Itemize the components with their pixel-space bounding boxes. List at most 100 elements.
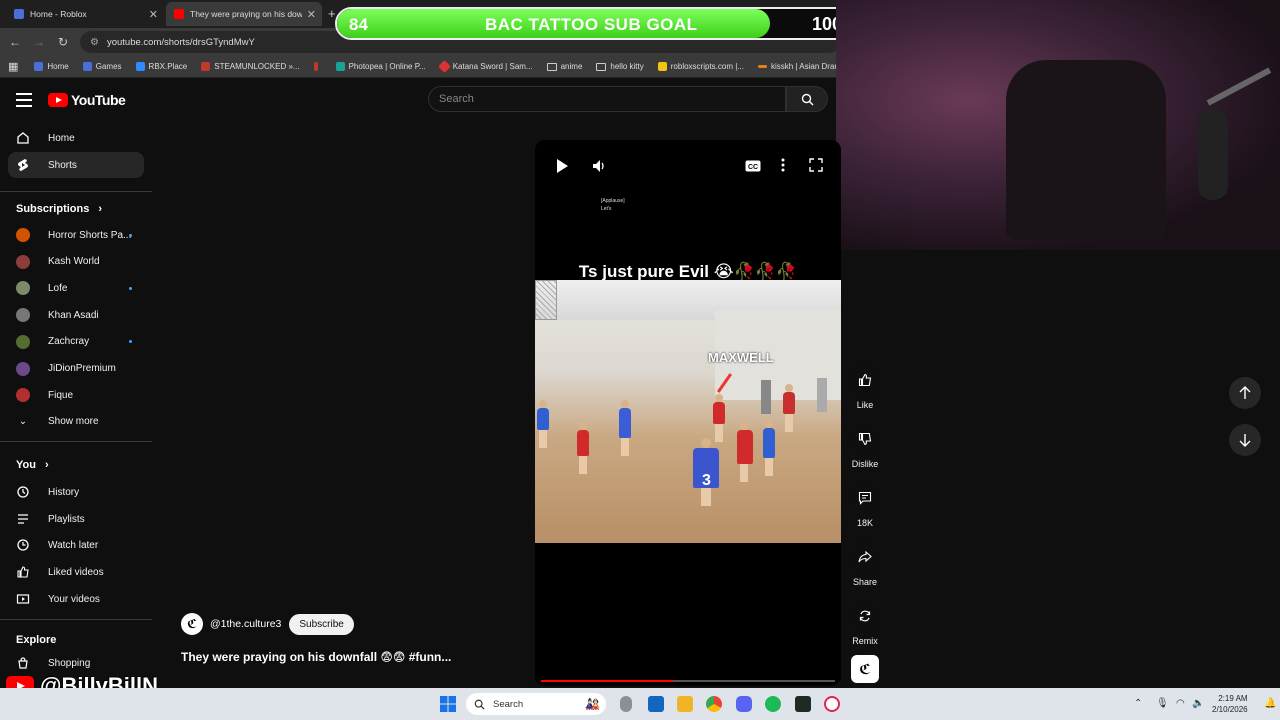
photopea-icon bbox=[335, 62, 345, 71]
windows-start-icon[interactable] bbox=[440, 696, 456, 717]
subscription-item[interactable]: Lofe bbox=[8, 275, 144, 301]
task-view-icon[interactable] bbox=[620, 696, 632, 712]
search-input[interactable]: Search bbox=[428, 86, 786, 112]
subscription-item[interactable]: JiDionPremium bbox=[8, 356, 144, 382]
sound-source-tile[interactable]: ℭ bbox=[851, 655, 879, 683]
bookmark-steamunlocked[interactable]: STEAMUNLOCKED »... bbox=[201, 62, 300, 71]
video-progress-bar[interactable] bbox=[541, 680, 835, 682]
close-tab-icon[interactable]: ✕ bbox=[307, 8, 316, 21]
remix-button[interactable]: Remix bbox=[842, 601, 888, 646]
sidebar-item-your-videos[interactable]: Your videos bbox=[8, 586, 144, 612]
tab-roblox[interactable]: Home - Roblox ✕ bbox=[6, 2, 164, 26]
bookmark-robloxscripts[interactable]: robloxscripts.com |... bbox=[657, 62, 744, 71]
volume-button[interactable] bbox=[591, 158, 607, 179]
bookmark-unnamed[interactable] bbox=[313, 62, 322, 71]
folder-icon bbox=[546, 62, 557, 71]
arrow-down-icon bbox=[1239, 434, 1251, 447]
play-button[interactable] bbox=[555, 158, 569, 179]
sidebar-item-watch-later[interactable]: Watch later bbox=[8, 532, 144, 558]
sidebar-item-history[interactable]: History bbox=[8, 479, 144, 505]
subscriptions-header[interactable]: Subscriptions › bbox=[16, 203, 102, 215]
channel-avatar[interactable]: ℭ bbox=[181, 613, 203, 635]
comments-button[interactable]: 18K bbox=[842, 483, 888, 528]
bookmark-rbxplace[interactable]: RBX.Place bbox=[135, 62, 187, 71]
previous-short-button[interactable] bbox=[1229, 377, 1261, 409]
close-tab-icon[interactable]: ✕ bbox=[149, 8, 158, 21]
youtube-logo[interactable]: YouTube bbox=[48, 92, 126, 108]
sidebar-item-playlists[interactable]: Playlists bbox=[8, 506, 144, 532]
remix-label: Remix bbox=[852, 636, 878, 646]
back-icon[interactable]: ← bbox=[3, 35, 27, 49]
bookmark-kisskh[interactable]: kisskh | Asian Dram... bbox=[757, 62, 848, 71]
forward-icon[interactable]: → bbox=[27, 35, 51, 49]
bookmark-katana[interactable]: Katana Sword | Sam... bbox=[437, 60, 533, 73]
subscription-label: Fique bbox=[48, 389, 74, 401]
taskbar-search[interactable]: Search 🎎 bbox=[466, 693, 606, 715]
svg-text:CC: CC bbox=[748, 164, 758, 171]
short-caption[interactable]: They were praying on his downfall 😨😨 #fu… bbox=[181, 650, 451, 664]
roblox-icon bbox=[34, 62, 44, 71]
discord-icon[interactable] bbox=[736, 696, 752, 712]
sidebar-item-liked-videos[interactable]: Liked videos bbox=[8, 559, 144, 585]
tab-youtube[interactable]: They were praying on his down ✕ bbox=[166, 2, 322, 26]
store-icon[interactable] bbox=[648, 696, 664, 712]
wifi-icon[interactable]: ◠ bbox=[1176, 698, 1185, 709]
you-header[interactable]: You › bbox=[16, 459, 49, 471]
dislike-button[interactable]: Dislike bbox=[842, 424, 888, 469]
bookmark-hellokitty-folder[interactable]: hello kitty bbox=[596, 62, 644, 71]
subscribe-button[interactable]: Subscribe bbox=[289, 613, 354, 635]
gym-door bbox=[761, 380, 771, 414]
url-text: youtube.com/shorts/drsGTyndMwY bbox=[106, 36, 255, 48]
bookmark-anime-folder[interactable]: anime bbox=[546, 62, 582, 71]
shorts-icon bbox=[16, 158, 30, 172]
reload-icon[interactable]: ↻ bbox=[51, 35, 75, 49]
share-button[interactable]: Share bbox=[842, 542, 888, 587]
your-videos-icon bbox=[16, 592, 30, 606]
bookmark-home[interactable]: Home bbox=[34, 62, 69, 71]
file-explorer-icon[interactable] bbox=[677, 696, 693, 712]
show-more-button[interactable]: ⌄ Show more bbox=[8, 408, 144, 434]
taskbar-clock[interactable]: 2:19 AM 2/10/2026 bbox=[1212, 693, 1248, 715]
sidebar-item-label: Shorts bbox=[48, 159, 77, 171]
like-button[interactable]: Like bbox=[842, 365, 888, 410]
search-icon bbox=[474, 699, 485, 710]
subscription-item[interactable]: Horror Shorts Pa... bbox=[8, 222, 144, 248]
screen: { "browser": { "tabs": [ {"title": "Home… bbox=[0, 0, 1280, 720]
shorts-player[interactable]: CC [Applause] Let's Ts just pure Evil 😭🥀… bbox=[535, 140, 841, 686]
channel-handle[interactable]: @1the.culture3 bbox=[210, 618, 281, 630]
fullscreen-button[interactable] bbox=[809, 158, 823, 177]
youtube-header: YouTube Search bbox=[0, 79, 840, 121]
subscription-item[interactable]: Khan Asadi bbox=[8, 302, 144, 328]
more-options-button[interactable] bbox=[781, 158, 785, 177]
volume-tray-icon[interactable]: 🔈 bbox=[1192, 698, 1204, 709]
bookmark-games[interactable]: Games bbox=[82, 62, 122, 71]
explore-header: Explore bbox=[16, 634, 57, 646]
youtube-favicon-icon bbox=[174, 9, 184, 19]
spotify-icon[interactable] bbox=[765, 696, 781, 712]
next-short-button[interactable] bbox=[1229, 424, 1261, 456]
apps-icon[interactable]: ▦ bbox=[8, 60, 18, 73]
bookmark-label: Katana Sword | Sam... bbox=[452, 62, 533, 71]
site-info-icon[interactable]: ⚙ bbox=[90, 37, 99, 48]
sidebar-item-home[interactable]: Home bbox=[8, 125, 144, 151]
bookmark-photopea[interactable]: Photopea | Online P... bbox=[335, 62, 426, 71]
subscription-item[interactable]: Kash World bbox=[8, 249, 144, 275]
chevron-right-icon: › bbox=[98, 203, 103, 215]
captions-button[interactable]: CC bbox=[745, 159, 761, 177]
opera-icon[interactable] bbox=[824, 696, 840, 712]
search-button[interactable] bbox=[786, 86, 828, 112]
sidebar-item-shorts[interactable]: Shorts bbox=[8, 152, 144, 178]
tray-overflow-icon[interactable]: ⌃ bbox=[1134, 698, 1142, 709]
notifications-icon[interactable]: 🔔 bbox=[1264, 698, 1276, 709]
video-overlay-title: Ts just pure Evil 😭🥀🥀🥀 bbox=[578, 262, 798, 281]
katana-icon bbox=[437, 60, 451, 73]
chrome-icon[interactable] bbox=[706, 696, 722, 712]
fullscreen-icon bbox=[809, 158, 823, 172]
app-icon[interactable] bbox=[795, 696, 811, 712]
chevron-down-icon: ⌄ bbox=[18, 415, 28, 427]
menu-icon[interactable] bbox=[16, 93, 32, 111]
subscription-item[interactable]: Fique bbox=[8, 382, 144, 408]
microphone-tray-icon[interactable]: 🎙 bbox=[1156, 698, 1169, 709]
subscription-item[interactable]: Zachcray bbox=[8, 329, 144, 355]
sidebar-item-label: Watch later bbox=[48, 539, 99, 551]
